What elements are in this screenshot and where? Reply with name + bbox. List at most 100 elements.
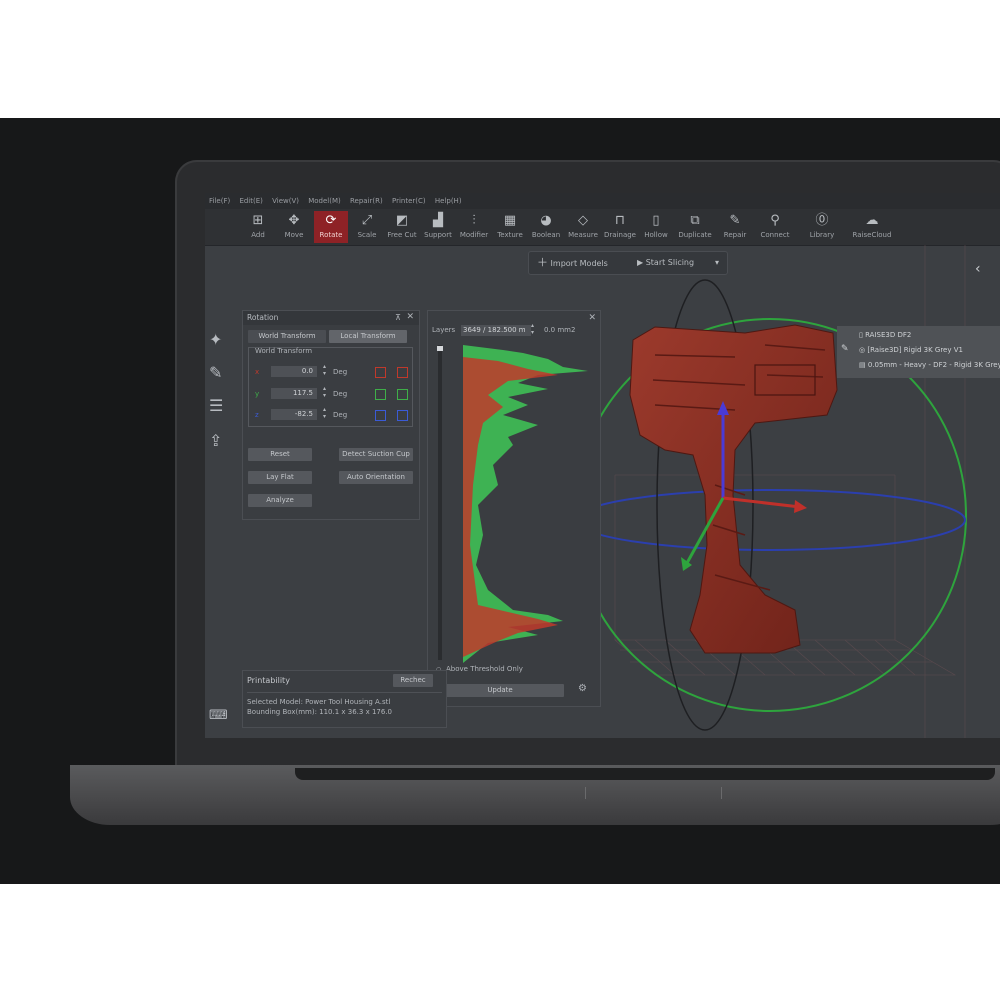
duplicate-button[interactable]: ⧉ Duplicate — [676, 211, 714, 243]
action-bar: ＋ Import Models ▶ Start Slicing ▾ — [528, 251, 728, 275]
rotation-z-field[interactable]: -82.5 — [271, 409, 317, 420]
menu-edit[interactable]: Edit(E) — [239, 197, 262, 205]
material-icon: ◎ — [859, 346, 866, 354]
settings-gear-icon[interactable]: ⚙ — [578, 683, 587, 694]
close-icon[interactable]: ✕ — [406, 312, 414, 322]
layers-close-icon[interactable]: ✕ — [588, 313, 596, 323]
scale-icon: ⤢ — [361, 213, 373, 228]
laptop-keyboard-lip — [295, 768, 995, 780]
menu-bar: File(F) Edit(E) View(V) Model(M) Repair(… — [205, 193, 1000, 209]
printer-info-popover: ▯ RAISE3D DF2 ◎ [Raise3D] Rigid 3K Grey … — [837, 326, 1000, 378]
app-screen: File(F) Edit(E) View(V) Model(M) Repair(… — [205, 193, 1000, 738]
detect-suction-cup-button[interactable]: Detect Suction Cup — [339, 448, 413, 461]
add-model-button[interactable]: ⊞ Add — [245, 211, 271, 243]
3d-viewport[interactable]: ‹ — [595, 245, 1000, 738]
tab-world-transform[interactable]: World Transform — [248, 330, 326, 343]
printer-row[interactable]: ▯ RAISE3D DF2 — [859, 331, 911, 339]
wrench-icon[interactable]: ✎ — [209, 363, 222, 382]
duplicate-icon: ⧉ — [690, 213, 700, 228]
measure-button[interactable]: ◇ Measure — [566, 211, 600, 243]
support-icon: ▟ — [433, 213, 443, 228]
y-rotate-plus-button[interactable] — [397, 389, 408, 400]
layer-slider-handle[interactable] — [437, 346, 443, 351]
recheck-button[interactable]: Rechec — [393, 674, 433, 687]
y-stepper-icon[interactable]: ▴ ▾ — [323, 385, 326, 399]
layers-label: Layers — [432, 326, 456, 334]
menu-help[interactable]: Help(H) — [435, 197, 462, 205]
rotate-button[interactable]: ⟳ Rotate — [314, 211, 348, 243]
layer-slider-track[interactable] — [438, 345, 442, 660]
menu-model[interactable]: Model(M) — [308, 197, 341, 205]
modifier-button[interactable]: ⫶ Modifier — [458, 211, 490, 243]
hollow-button[interactable]: ▯ Hollow — [641, 211, 671, 243]
chevron-left-icon[interactable]: ‹ — [975, 261, 981, 277]
y-rotate-minus-button[interactable] — [375, 389, 386, 400]
gizmo-ring-blue[interactable] — [595, 489, 966, 551]
update-button[interactable]: Update — [436, 684, 564, 697]
cloud-icon: ☁ — [865, 213, 879, 228]
analyze-button[interactable]: Analyze — [248, 494, 312, 507]
y-unit-label: Deg — [333, 390, 348, 398]
auto-orientation-button[interactable]: Auto Orientation — [339, 471, 413, 484]
library-icon: ⓪ — [815, 213, 829, 228]
reset-button[interactable]: Reset — [248, 448, 312, 461]
layers-value-field[interactable]: 3649 / 182.500 m — [461, 325, 531, 336]
texture-icon: ▦ — [503, 213, 517, 228]
import-models-button[interactable]: ＋ Import Models — [537, 252, 608, 274]
free-cut-icon: ◩ — [395, 213, 409, 228]
profile-row[interactable]: ▤ 0.05mm - Heavy - DF2 - Rigid 3K Grey — [859, 361, 1000, 369]
z-axis-label: z — [255, 411, 259, 419]
x-axis-label: x — [255, 368, 260, 376]
printability-panel: Printability Rechec Selected Model: Powe… — [242, 670, 447, 728]
tab-local-transform[interactable]: Local Transform — [329, 330, 407, 343]
texture-button[interactable]: ▦ Texture — [495, 211, 525, 243]
menu-file[interactable]: File(F) — [209, 197, 230, 205]
modifier-icon: ⫶ — [472, 213, 476, 228]
play-icon: ▶ — [637, 258, 644, 267]
drainage-button[interactable]: ⊓ Drainage — [603, 211, 637, 243]
x-rotate-minus-button[interactable] — [375, 367, 386, 378]
drainage-icon: ⊓ — [614, 213, 626, 228]
raisecloud-button[interactable]: ☁ RaiseCloud — [850, 211, 894, 243]
repair-button[interactable]: ✎ Repair — [721, 211, 749, 243]
start-slicing-button[interactable]: ▶ Start Slicing — [637, 252, 694, 274]
library-button[interactable]: ⓪ Library — [806, 211, 838, 243]
x-stepper-icon[interactable]: ▴ ▾ — [323, 363, 326, 377]
move-button[interactable]: ✥ Move — [281, 211, 307, 243]
x-unit-label: Deg — [333, 368, 348, 376]
keyboard-icon[interactable]: ⌨ — [209, 708, 228, 723]
printer-icon: ▯ — [859, 331, 863, 339]
support-button[interactable]: ▟ Support — [423, 211, 453, 243]
menu-repair[interactable]: Repair(R) — [350, 197, 383, 205]
repair-icon: ✎ — [729, 213, 741, 228]
free-cut-button[interactable]: ◩ Free Cut — [386, 211, 418, 243]
menu-view[interactable]: View(V) — [272, 197, 299, 205]
laptop-trackpad-edge — [585, 787, 722, 799]
material-row[interactable]: ◎ [Raise3D] Rigid 3K Grey V1 — [859, 346, 963, 354]
menu-printer[interactable]: Printer(C) — [392, 197, 426, 205]
printability-title: Printability — [247, 676, 290, 685]
rotation-panel: Rotation ⊼ ✕ World Transform Local Trans… — [242, 310, 420, 520]
layers-panel: ✕ Layers 3649 / 182.500 m ▴▾ 0.0 mm2 ○ A… — [427, 310, 601, 707]
boolean-button[interactable]: ◕ Boolean — [530, 211, 562, 243]
lay-flat-button[interactable]: Lay Flat — [248, 471, 312, 484]
scale-button[interactable]: ⤢ Scale — [355, 211, 379, 243]
connect-button[interactable]: ⚲ Connect — [759, 211, 791, 243]
z-rotate-minus-button[interactable] — [375, 410, 386, 421]
above-threshold-label: Above Threshold Only — [446, 665, 523, 673]
z-rotate-plus-button[interactable] — [397, 410, 408, 421]
edit-pencil-icon[interactable]: ✎ — [841, 344, 849, 354]
slicing-dropdown-icon[interactable]: ▾ — [715, 252, 719, 274]
rotate-icon: ⟳ — [325, 213, 337, 228]
upload-icon[interactable]: ⇪ — [209, 431, 222, 450]
profile-icon: ▤ — [859, 361, 866, 369]
rotation-x-field[interactable]: 0.0 — [271, 366, 317, 377]
pin-icon[interactable]: ⊼ — [395, 313, 401, 322]
z-stepper-icon[interactable]: ▴ ▾ — [323, 406, 326, 420]
x-rotate-plus-button[interactable] — [397, 367, 408, 378]
list-icon[interactable]: ☰ — [209, 396, 223, 415]
layers-stepper-icon[interactable]: ▴ ▾ — [531, 322, 534, 336]
rotation-y-field[interactable]: 117.5 — [271, 388, 317, 399]
world-transform-label: World Transform — [255, 347, 313, 355]
magic-wand-icon[interactable]: ✦ — [209, 330, 222, 349]
